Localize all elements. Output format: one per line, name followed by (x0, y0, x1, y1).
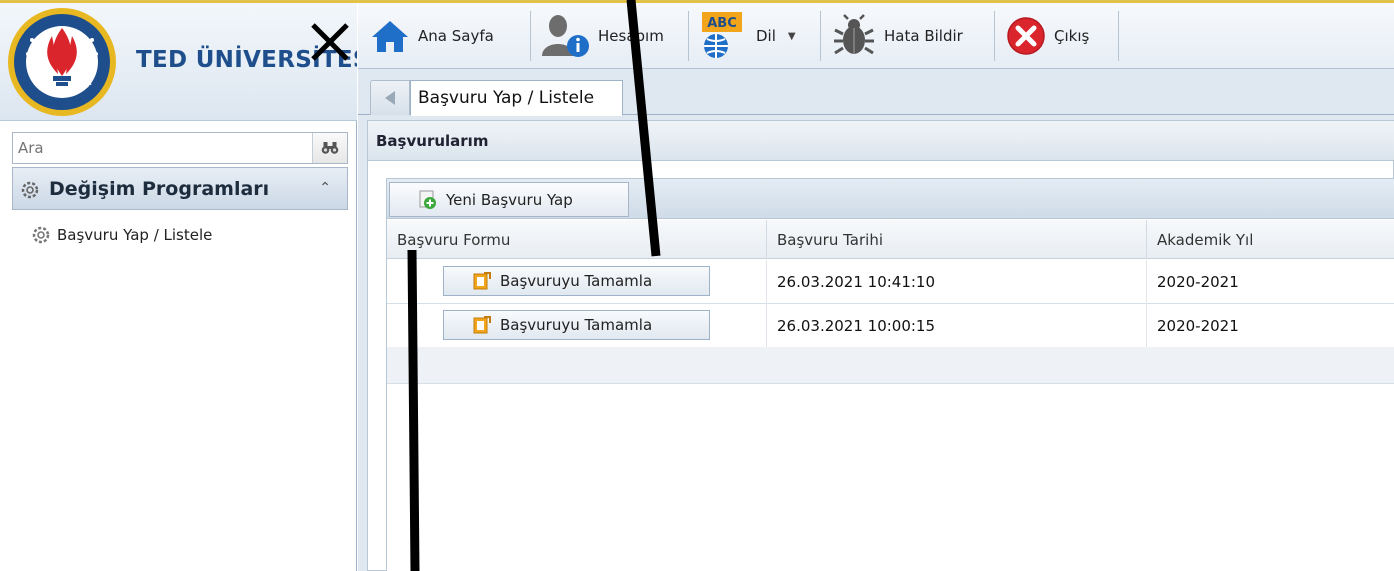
new-application-button[interactable]: Yeni Başvuru Yap (389, 182, 629, 217)
tab-label: Başvuru Yap / Listele (418, 88, 595, 108)
year-cell: 2020-2021 (1157, 317, 1239, 335)
form-cell: Başvuruyu Tamamla (387, 304, 767, 348)
edit-document-icon (473, 272, 491, 290)
binoculars-icon (321, 142, 339, 154)
complete-application-label: Başvuruyu Tamamla (500, 272, 653, 290)
toolbar-label: Dil (756, 27, 776, 45)
year-cell: 2020-2021 (1157, 273, 1239, 291)
language-icon: ABC (702, 12, 742, 58)
toolbar-label: Ana Sayfa (418, 27, 494, 45)
exit-icon (1007, 17, 1045, 55)
grid-empty-row (387, 347, 1394, 384)
sidebar-group-header[interactable]: Değişim Programları ⌃ (12, 167, 348, 210)
main-area: Ana Sayfa Hesabım ABC (358, 3, 1394, 571)
tab-bar: Başvuru Yap / Listele (358, 70, 1394, 116)
annotation-line (407, 250, 420, 571)
add-document-icon (419, 190, 436, 209)
gear-icon (32, 226, 50, 244)
column-header-form[interactable]: Başvuru Formu (387, 220, 767, 259)
sidebar-item-basvuru-yap-listele[interactable]: Başvuru Yap / Listele (32, 224, 212, 246)
toolbar-report-bug-button[interactable]: Hata Bildir (832, 9, 971, 63)
university-seal-logo[interactable]: TED ÜNİVERSİTESİ (6, 6, 118, 118)
toolbar-language-button[interactable]: ABC Dil ▼ (698, 9, 804, 63)
toolbar-separator (1118, 11, 1119, 61)
sidebar-item-label: Başvuru Yap / Listele (57, 226, 213, 244)
toolbar-separator (688, 11, 689, 61)
form-cell: Başvuruyu Tamamla (387, 260, 767, 304)
toolbar-label: Hata Bildir (884, 27, 963, 45)
dropdown-caret-icon[interactable]: ▼ (788, 31, 796, 42)
new-application-label: Yeni Başvuru Yap (446, 190, 573, 209)
applications-grid: Yeni Başvuru Yap Başvuru Formu Başvuru T… (386, 178, 1394, 571)
grid-toolbar: Yeni Başvuru Yap (387, 179, 1394, 219)
sidebar-group-title: Değişim Programları (49, 178, 270, 200)
close-icon[interactable] (307, 19, 353, 65)
date-cell: 26.03.2021 10:00:15 (767, 304, 1147, 348)
edit-document-icon (473, 316, 491, 334)
chevron-up-icon[interactable]: ⌃ (319, 180, 331, 196)
toolbar-separator (820, 11, 821, 61)
search-input[interactable] (13, 133, 312, 163)
toolbar-separator (994, 11, 995, 61)
grid-header: Başvuru Formu Başvuru Tarihi Akademik Yı… (387, 220, 1394, 259)
top-toolbar: Ana Sayfa Hesabım ABC (358, 3, 1394, 69)
toolbar-logout-button[interactable]: Çıkış (1006, 9, 1097, 63)
complete-application-button[interactable]: Başvuruyu Tamamla (443, 310, 710, 340)
home-icon (372, 21, 408, 52)
tab-basvuru-yap-listele[interactable]: Başvuru Yap / Listele (410, 80, 623, 116)
toolbar-separator (530, 11, 531, 61)
bug-icon (834, 14, 874, 55)
date-cell: 26.03.2021 10:41:10 (767, 260, 1147, 304)
column-header-year[interactable]: Akademik Yıl (1147, 220, 1394, 259)
toolbar-label: Çıkış (1054, 27, 1090, 45)
logo-area: TED ÜNİVERSİTESİ TED ÜNİVERSİTESİ (0, 3, 357, 121)
panel-title: Başvurularım (368, 121, 1394, 161)
search-button[interactable] (312, 133, 347, 163)
triangle-left-icon (385, 91, 395, 105)
sidebar-search (12, 132, 348, 164)
complete-application-label: Başvuruyu Tamamla (500, 316, 653, 334)
column-header-date[interactable]: Başvuru Tarihi (767, 220, 1147, 259)
language-icon-text: ABC (707, 16, 737, 31)
account-icon (542, 15, 589, 57)
left-panel: TED ÜNİVERSİTESİ TED ÜNİVERSİTESİ (0, 3, 357, 571)
applications-panel: Başvurularım Yeni Başvuru Yap Başvuru Fo… (367, 120, 1394, 571)
gear-icon (21, 181, 39, 199)
annotation-line (626, 0, 661, 257)
app-window: TED ÜNİVERSİTESİ TED ÜNİVERSİTESİ (0, 0, 1394, 571)
tab-scroll-left-button[interactable] (370, 80, 410, 115)
toolbar-home-button[interactable]: Ana Sayfa (370, 9, 502, 63)
table-row[interactable]: Başvuruyu Tamamla 26.03.2021 10:00:15 20… (387, 304, 1394, 348)
complete-application-button[interactable]: Başvuruyu Tamamla (443, 266, 710, 296)
table-row[interactable]: Başvuruyu Tamamla 26.03.2021 10:41:10 20… (387, 260, 1394, 304)
